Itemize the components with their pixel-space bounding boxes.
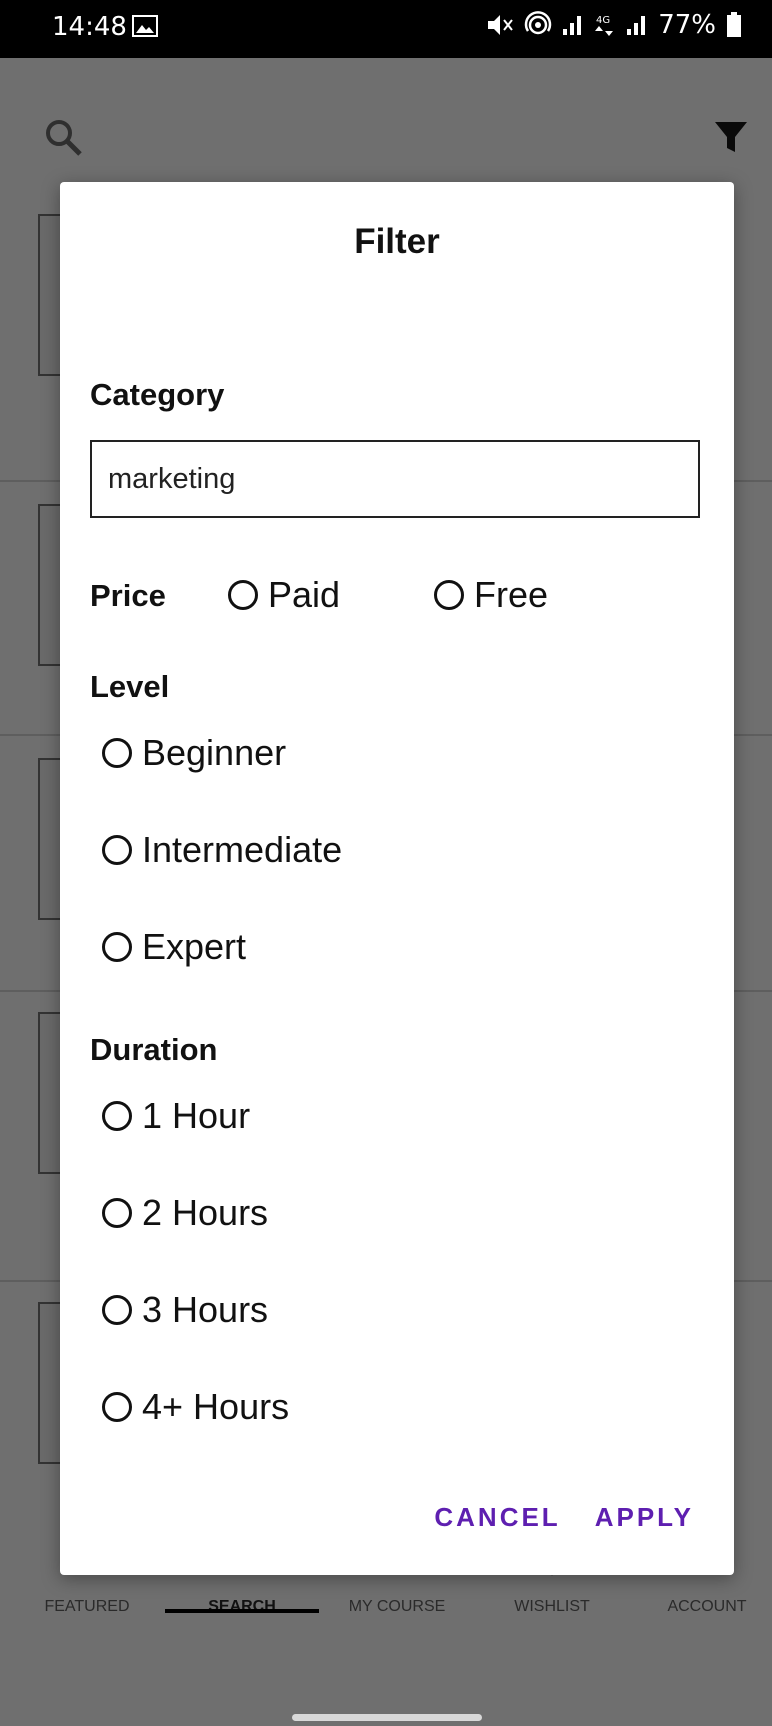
- level-option-intermediate[interactable]: Intermediate: [102, 829, 342, 871]
- filter-dialog: Filter Category Price Paid Free Level Be…: [60, 182, 734, 1575]
- duration-option-2-hours[interactable]: 2 Hours: [102, 1192, 268, 1234]
- radio-circle-icon: [102, 1101, 132, 1131]
- radio-circle-icon: [102, 835, 132, 865]
- status-icons: 4G 77%: [486, 10, 742, 40]
- category-label: Category: [90, 377, 225, 412]
- radio-label: Free: [474, 574, 549, 615]
- signal-icon-2: [627, 16, 646, 35]
- radio-circle-icon: [102, 1295, 132, 1325]
- category-input[interactable]: [90, 440, 700, 518]
- nav-label-featured: FEATURED: [44, 1598, 130, 1615]
- svg-text:4G: 4G: [596, 15, 610, 26]
- radio-circle-icon: [102, 1198, 132, 1228]
- nav-label-my-course: MY COURSE: [348, 1598, 446, 1615]
- duration-option-4-plus-hours[interactable]: 4+ Hours: [102, 1386, 289, 1428]
- radio-circle-icon: [228, 580, 258, 610]
- dialog-title: Filter: [354, 222, 440, 261]
- radio-label: Intermediate: [142, 829, 343, 870]
- price-option-free[interactable]: Free: [434, 574, 548, 616]
- filter-icon[interactable]: [714, 120, 748, 154]
- radio-circle-icon: [102, 1392, 132, 1422]
- radio-circle-icon: [434, 580, 464, 610]
- radio-circle-icon: [102, 932, 132, 962]
- radio-label: Paid: [268, 574, 341, 615]
- level-option-beginner[interactable]: Beginner: [102, 732, 286, 774]
- status-time: 14:48: [52, 12, 127, 42]
- search-icon[interactable]: [44, 118, 84, 158]
- radio-label: 3 Hours: [142, 1289, 269, 1330]
- duration-option-3-hours[interactable]: 3 Hours: [102, 1289, 268, 1331]
- level-label: Level: [90, 669, 170, 704]
- radio-label: 2 Hours: [142, 1192, 269, 1233]
- signal-icon: [563, 16, 582, 35]
- gallery-icon: [132, 15, 158, 37]
- apply-button[interactable]: APPLY: [595, 1502, 694, 1533]
- home-indicator[interactable]: [292, 1714, 482, 1721]
- battery-icon: [727, 12, 741, 37]
- duration-option-1-hour[interactable]: 1 Hour: [102, 1095, 250, 1137]
- nav-label-search: SEARCH: [208, 1598, 276, 1615]
- nav-label-wishlist: WISHLIST: [514, 1598, 590, 1615]
- price-option-paid[interactable]: Paid: [228, 574, 340, 616]
- radio-label: 4+ Hours: [142, 1386, 290, 1427]
- status-bar: 14:48 4G 77%: [0, 0, 772, 58]
- price-label: Price: [90, 578, 166, 613]
- radio-circle-icon: [102, 738, 132, 768]
- 4g-icon: 4G: [595, 15, 614, 36]
- hotspot-icon: [525, 11, 552, 35]
- level-option-expert[interactable]: Expert: [102, 926, 246, 968]
- cancel-button[interactable]: CANCEL: [434, 1502, 560, 1533]
- dialog-actions: CANCEL APPLY: [434, 1502, 694, 1533]
- nav-active-indicator: [165, 1609, 319, 1613]
- radio-label: Beginner: [142, 732, 287, 773]
- battery-percent: 77%: [658, 10, 716, 40]
- radio-label: Expert: [142, 926, 247, 967]
- radio-label: 1 Hour: [142, 1095, 251, 1136]
- nav-label-account: ACCOUNT: [667, 1598, 747, 1615]
- duration-label: Duration: [90, 1032, 218, 1067]
- mute-icon: [488, 15, 513, 35]
